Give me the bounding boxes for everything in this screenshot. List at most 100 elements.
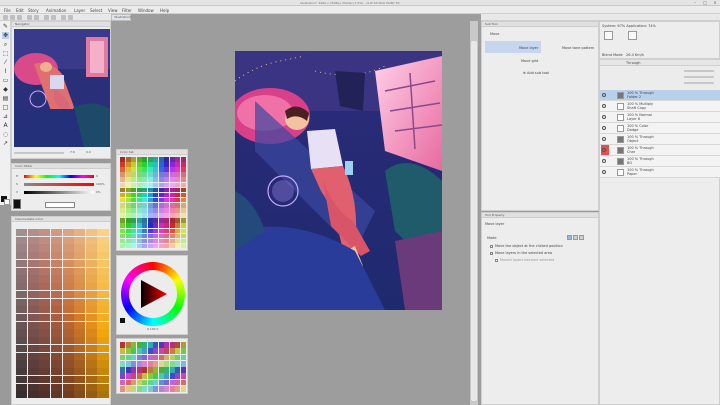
color-swatch[interactable] — [74, 344, 86, 353]
color-swatch[interactable] — [164, 379, 169, 386]
subtool-move-grid[interactable]: Move grid — [485, 55, 597, 67]
color-swatch[interactable] — [180, 187, 186, 193]
scrollbar-thumb[interactable] — [471, 41, 477, 401]
canvas-scrollbar[interactable] — [470, 21, 478, 405]
color-swatch[interactable] — [85, 375, 97, 384]
color-swatch[interactable] — [131, 360, 136, 367]
brush-icon[interactable]: ⌇ — [2, 68, 9, 75]
color-swatch[interactable] — [131, 157, 136, 162]
color-swatch[interactable] — [142, 228, 147, 234]
color-swatch[interactable] — [175, 157, 180, 162]
color-swatch[interactable] — [164, 354, 169, 361]
color-swatch[interactable] — [97, 314, 109, 322]
color-swatch[interactable] — [169, 177, 175, 183]
color-swatch[interactable] — [85, 391, 97, 399]
color-swatch[interactable] — [175, 218, 180, 223]
color-swatch[interactable] — [147, 213, 153, 218]
menu-story[interactable]: Story — [28, 8, 39, 13]
color-swatch[interactable] — [74, 259, 86, 268]
color-swatch[interactable] — [180, 192, 186, 198]
color-swatch[interactable] — [142, 162, 147, 167]
eye-icon[interactable] — [602, 126, 606, 130]
color-swatch[interactable] — [16, 383, 28, 391]
color-swatch[interactable] — [136, 385, 142, 392]
color-swatch[interactable] — [175, 385, 180, 392]
fill-icon[interactable]: ◆ — [2, 86, 9, 93]
color-swatch[interactable] — [27, 290, 39, 299]
color-swatch[interactable] — [97, 244, 109, 252]
color-swatch[interactable] — [147, 354, 153, 361]
color-swatch[interactable] — [50, 290, 62, 299]
color-swatch[interactable] — [158, 208, 164, 213]
color-palette-grid[interactable] — [120, 342, 186, 392]
color-swatch[interactable] — [85, 283, 97, 291]
color-swatch[interactable] — [125, 192, 131, 198]
color-swatch[interactable] — [62, 290, 74, 299]
color-swatch[interactable] — [74, 368, 86, 376]
color-swatch[interactable] — [27, 298, 39, 306]
color-swatch[interactable] — [97, 267, 109, 275]
color-swatch[interactable] — [158, 192, 164, 198]
color-swatch[interactable] — [142, 223, 147, 229]
color-swatch[interactable] — [131, 187, 136, 193]
checkbox[interactable] — [490, 251, 493, 255]
color-swatch[interactable] — [16, 375, 28, 384]
color-swatch[interactable] — [131, 203, 136, 208]
ruler-icon[interactable]: ⊿ — [2, 113, 9, 120]
color-swatch[interactable] — [142, 172, 147, 177]
color-set-grid[interactable] — [120, 157, 186, 249]
invert-selection-icon[interactable] — [68, 15, 73, 20]
color-swatch[interactable] — [158, 342, 164, 348]
color-swatch[interactable] — [85, 236, 97, 244]
color-swatch[interactable] — [158, 162, 164, 167]
color-swatch[interactable] — [169, 360, 175, 367]
color-swatch[interactable] — [169, 373, 175, 379]
color-swatch[interactable] — [27, 321, 39, 329]
option-moved-selected[interactable]: Moved layers become selected — [495, 258, 554, 262]
new-file-icon[interactable] — [3, 15, 8, 20]
color-swatch[interactable] — [50, 283, 62, 291]
color-swatch[interactable] — [136, 218, 142, 223]
color-swatch[interactable] — [62, 352, 74, 360]
text-icon[interactable]: A — [2, 122, 9, 129]
color-swatch[interactable] — [62, 283, 74, 291]
color-swatch[interactable] — [142, 379, 147, 386]
color-swatch[interactable] — [85, 259, 97, 268]
color-swatch[interactable] — [142, 367, 147, 373]
balloon-icon[interactable]: ◌ — [2, 131, 9, 138]
color-swatch[interactable] — [142, 167, 147, 172]
color-swatch[interactable] — [136, 167, 142, 172]
color-swatch[interactable] — [142, 213, 147, 218]
color-swatch[interactable] — [153, 228, 158, 234]
color-swatch[interactable] — [16, 337, 28, 345]
color-swatch[interactable] — [147, 243, 153, 249]
canvas-artwork[interactable] — [235, 51, 442, 310]
color-swatch[interactable] — [97, 391, 109, 399]
color-swatch[interactable] — [39, 283, 51, 291]
color-swatch[interactable] — [164, 182, 169, 188]
color-swatch[interactable] — [97, 321, 109, 329]
color-swatch[interactable] — [39, 391, 51, 399]
color-swatch[interactable] — [153, 360, 158, 367]
zoom-value[interactable]: 7.6 — [70, 150, 75, 154]
color-swatch[interactable] — [39, 337, 51, 345]
color-swatch[interactable] — [131, 385, 136, 392]
color-swatch[interactable] — [180, 228, 186, 234]
color-swatch[interactable] — [180, 233, 186, 239]
color-swatch[interactable] — [39, 383, 51, 391]
color-swatch[interactable] — [97, 298, 109, 306]
color-swatch[interactable] — [169, 238, 175, 244]
color-swatch[interactable] — [27, 229, 39, 237]
color-swatch[interactable] — [158, 373, 164, 379]
color-swatch[interactable] — [125, 348, 131, 354]
color-swatch[interactable] — [62, 321, 74, 329]
color-swatch[interactable] — [74, 229, 86, 237]
color-swatch[interactable] — [131, 213, 136, 218]
color-swatch[interactable] — [85, 368, 97, 376]
color-swatch[interactable] — [169, 192, 175, 198]
color-swatch[interactable] — [97, 375, 109, 384]
mode-area-button[interactable] — [573, 235, 578, 240]
color-swatch[interactable] — [180, 213, 186, 218]
color-swatch[interactable] — [164, 367, 169, 373]
color-swatch[interactable] — [120, 243, 125, 249]
